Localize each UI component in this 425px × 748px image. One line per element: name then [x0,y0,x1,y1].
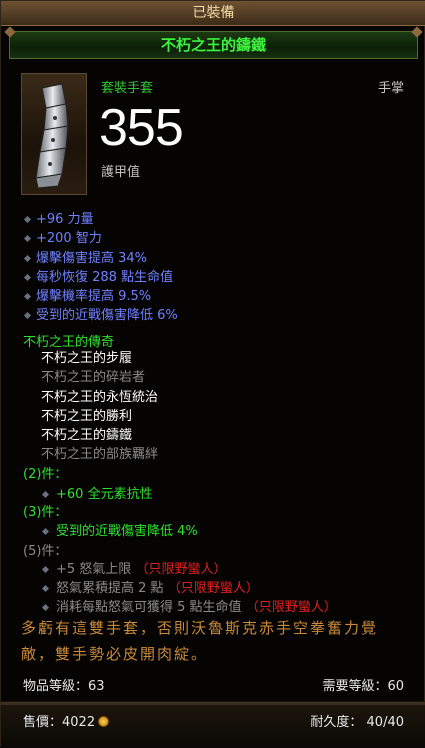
bullet-icon [41,584,50,593]
bullet-icon [23,312,32,320]
set-item: 不朽之王的永恆統治 [41,389,159,405]
bullet-icon [23,235,32,243]
set-bonus-2-label: (2)件： [23,467,68,482]
item-name: 不朽之王的鑄鐵 [9,31,418,59]
set-bonus-5-label: (5)件： [23,544,68,559]
affix-line: +200 智力 [23,229,178,248]
bullet-icon [41,490,50,499]
affix-line: 每秒恢復 288 點生命值 [23,268,178,287]
affix-line: 爆擊傷害提高 34% [23,249,178,268]
set-name: 不朽之王的傳奇 [23,335,115,350]
bullet-icon [41,565,50,574]
bullet-icon [41,527,50,536]
set-bonus-5-line: 怒氣累積提高 2 點 （只限野蠻人） [41,577,259,596]
affix-list: +96 力量 +200 智力 爆擊傷害提高 34% 每秒恢復 288 點生命值 … [23,210,178,326]
durability: 耐久度： 40/40 [310,715,404,730]
required-level: 需要等級：60 [322,679,404,694]
set-item: 不朽之王的碎岩者 [41,370,146,386]
item-tooltip: 已裝備 不朽之王的鑄鐵 套裝手套 手掌 355 護甲值 +96 力量 +200 … [0,0,425,748]
bullet-icon [23,293,32,301]
affix-line: 爆擊機率提高 9.5% [23,287,178,306]
set-item: 不朽之王的勝利 [41,408,133,424]
sell-price: 售價：4022 [23,711,110,730]
item-icon-frame [21,73,87,195]
set-item: 不朽之王的鑄鐵 [41,428,133,444]
set-bonus-3-line: 受到的近戰傷害降低 4% [41,520,198,539]
set-bonus-2-line: +60 全元素抗性 [41,483,153,502]
gauntlet-icon [35,83,69,189]
gold-coin-icon [98,716,110,727]
affix-line: 受到的近戰傷害降低 6% [23,306,178,325]
item-level: 物品等級：63 [23,679,105,694]
equipped-banner: 已裝備 [1,1,425,26]
set-bonus-5-line: +5 怒氣上限 （只限野蠻人） [41,558,226,577]
armor-label: 護甲值 [101,165,141,180]
affix-line: +96 力量 [23,210,178,229]
bullet-icon [23,254,32,262]
armor-value: 355 [99,99,184,157]
set-bonus-5-line: 消耗每點怒氣可獲得 5 點生命值 （只限野蠻人） [41,596,337,615]
item-type: 套裝手套 [101,81,154,96]
bullet-icon [41,603,50,612]
set-item: 不朽之王的步履 [41,351,133,366]
set-bonus-3-label: (3)件： [23,505,68,520]
bullet-icon [23,273,32,281]
flavor-text: 多虧有這雙手套，否則沃魯斯克赤手空拳奮力覺敵，雙手勢必皮開肉綻。 [21,619,379,663]
item-slot: 手掌 [377,81,404,96]
set-item-list: 不朽之王的步履 不朽之王的碎岩者 不朽之王的永恆統治 不朽之王的勝利 不朽之王的… [41,349,158,465]
bullet-icon [23,215,32,224]
set-item: 不朽之王的部族羈絆 [41,447,159,463]
